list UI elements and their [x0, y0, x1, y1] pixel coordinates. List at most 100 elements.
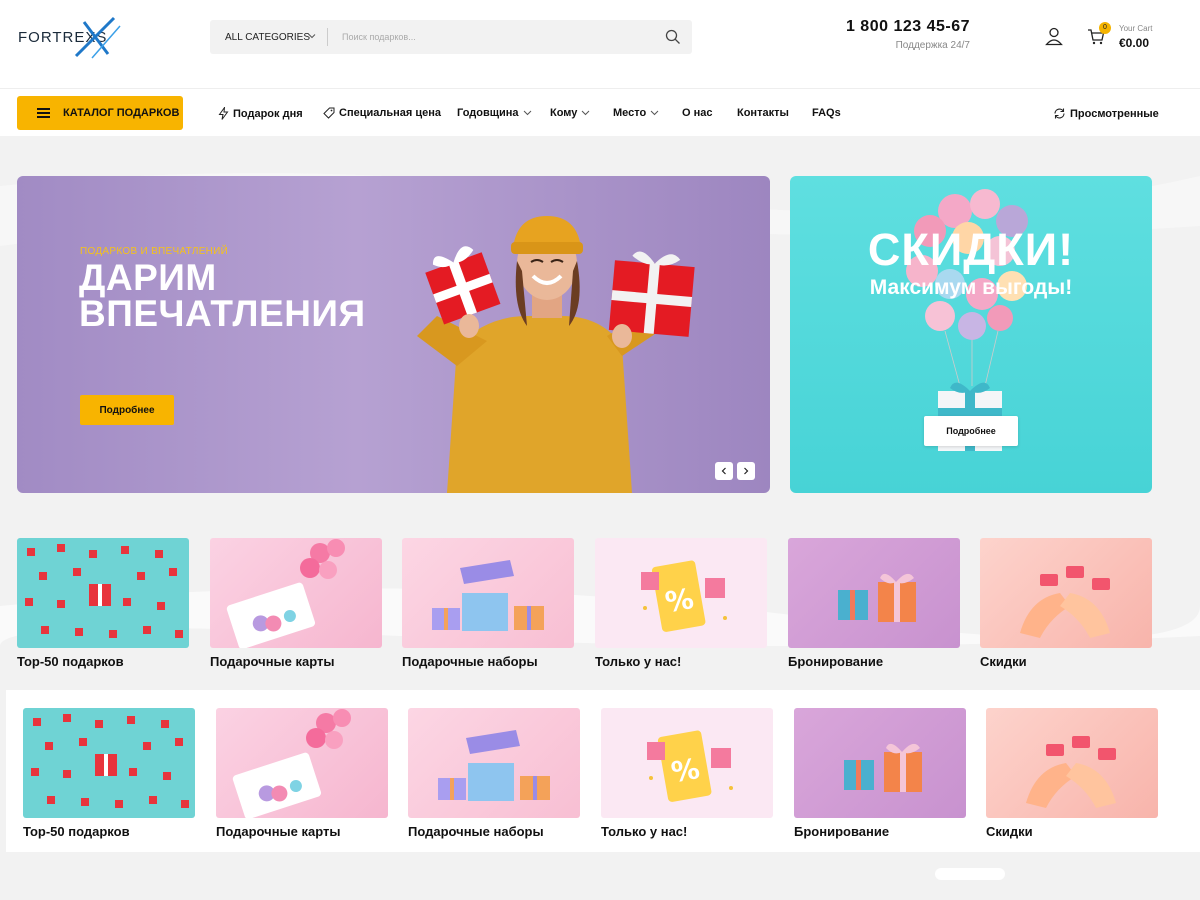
nav-item-recipient[interactable]: Кому — [550, 107, 594, 119]
category-label: Бронирование — [794, 824, 890, 839]
percent-coupon-image: % — [647, 730, 733, 802]
category-card-exclusive[interactable]: % Только у нас! — [601, 708, 773, 839]
support-hours: Поддержка 24/7 — [895, 40, 970, 51]
slider-next-button[interactable] — [737, 462, 755, 480]
category-card-discounts[interactable]: Скидки — [986, 708, 1158, 839]
nav-item-label: Подарок дня — [233, 107, 303, 120]
search-bar: ALL CATEGORIES — [210, 20, 692, 54]
category-card-gift-cards[interactable]: Подарочные карты — [210, 538, 382, 669]
search-input[interactable] — [336, 24, 646, 50]
gift-card-balloons-image — [232, 709, 351, 818]
nav-item-anniversary[interactable]: Годовщина — [457, 107, 536, 119]
hero-more-button[interactable]: Подробнее — [80, 395, 174, 425]
bottom-brush-highlight — [935, 868, 1005, 880]
category-image-gift-cards — [210, 538, 382, 648]
category-select[interactable]: ALL CATEGORIES — [210, 20, 326, 54]
promo-subtitle: Максимум выгоды! — [869, 276, 1073, 299]
chevron-left-icon — [721, 467, 726, 475]
hero-title: ДАРИМ ВПЕЧАТЛЕНИЯ — [79, 257, 366, 334]
category-card-gift-cards[interactable]: Подарочные карты — [216, 708, 388, 839]
category-label: Скидки — [980, 654, 1027, 669]
chevron-down-icon — [523, 110, 531, 116]
category-card-gift-sets[interactable]: Подарочные наборы — [408, 708, 580, 839]
nav-item-special-price[interactable]: Специальная цена — [323, 107, 441, 119]
site-header: FORTREXS ALL CATEGORIES 1 800 123 45-67 … — [0, 0, 1200, 88]
nav-item-label: Годовщина — [457, 107, 519, 119]
category-label: Подарочные карты — [210, 654, 335, 669]
main-navigation: КАТАЛОГ ПОДАРКОВ Подарок дня Специальная… — [0, 88, 1200, 136]
open-gift-boxes-image — [432, 560, 544, 631]
cart-summary[interactable]: Your Cart €0.00 — [1119, 24, 1153, 50]
category-select-label: ALL CATEGORIES — [225, 31, 311, 43]
nav-item-about[interactable]: О нас — [682, 107, 713, 119]
category-label: Top-50 подарков — [17, 654, 124, 669]
category-image-booking — [788, 538, 960, 648]
chevron-down-icon — [582, 110, 590, 116]
svg-text:%: % — [663, 582, 696, 619]
tag-icon — [323, 107, 335, 119]
category-image-gift-sets — [402, 538, 574, 648]
search-divider — [327, 28, 328, 46]
nav-item-label: FAQs — [812, 107, 841, 119]
lightning-icon — [218, 107, 229, 120]
catalog-button[interactable]: КАТАЛОГ ПОДАРКОВ — [17, 96, 183, 130]
hero-title-line: ВПЕЧАТЛЕНИЯ — [79, 293, 366, 334]
nav-item-contacts[interactable]: Контакты — [737, 107, 789, 119]
category-card-booking[interactable]: Бронирование — [794, 708, 966, 839]
category-image-discounts — [980, 538, 1152, 648]
nav-item-label: Контакты — [737, 107, 789, 119]
category-label: Только у нас! — [601, 824, 688, 839]
category-card-top50[interactable]: Top-50 подарков — [23, 708, 195, 839]
category-card-discounts[interactable]: Скидки — [980, 538, 1152, 669]
hero-subtitle: ПОДАРКОВ И ВПЕЧАТЛЕНИЙ — [80, 246, 229, 257]
user-account-icon[interactable] — [1044, 26, 1064, 46]
category-image-discounts — [986, 708, 1158, 818]
category-image-top50 — [23, 708, 195, 818]
support-phone: 1 800 123 45-67 Поддержка 24/7 — [830, 18, 970, 51]
cart-amount: €0.00 — [1119, 36, 1150, 50]
two-gift-boxes-image — [838, 573, 916, 622]
hands-discount-tags-image — [1020, 566, 1110, 638]
category-card-booking[interactable]: Бронирование — [788, 538, 960, 669]
promo-more-button[interactable]: Подробнее — [924, 416, 1018, 446]
category-card-gift-sets[interactable]: Подарочные наборы — [402, 538, 574, 669]
category-label: Скидки — [986, 824, 1033, 839]
category-image-top50 — [17, 538, 189, 648]
cart-label: Your Cart — [1119, 24, 1153, 33]
nav-item-gift-of-day[interactable]: Подарок дня — [218, 107, 303, 120]
chevron-right-icon — [744, 467, 749, 475]
phone-number[interactable]: 1 800 123 45-67 — [830, 18, 970, 36]
category-card-exclusive[interactable]: % Только у нас! — [595, 538, 767, 669]
category-label: Бронирование — [788, 654, 884, 669]
red-gifts-pattern-image — [31, 714, 189, 808]
chevron-down-icon — [308, 34, 316, 39]
category-label: Подарочные наборы — [402, 654, 538, 669]
category-label: Подарочные карты — [216, 824, 341, 839]
hero-title-line: ДАРИМ — [79, 257, 217, 298]
two-gift-boxes-image — [844, 743, 922, 792]
hero-banner: ПОДАРКОВ И ВПЕЧАТЛЕНИЙ ДАРИМ ВПЕЧАТЛЕНИЯ… — [17, 176, 770, 493]
category-label: Подарочные наборы — [408, 824, 544, 839]
site-logo[interactable]: FORTREXS — [18, 14, 128, 62]
percent-coupon-image: % — [641, 560, 727, 632]
nav-item-faqs[interactable]: FAQs — [812, 107, 841, 119]
open-gift-boxes-image — [438, 730, 550, 801]
promo-title: СКИДКИ! — [867, 224, 1075, 275]
discount-promo-banner: СКИДКИ! Максимум выгоды! Подробнее — [790, 176, 1152, 493]
catalog-button-label: КАТАЛОГ ПОДАРКОВ — [63, 107, 180, 119]
category-card-top50[interactable]: Top-50 подарков — [17, 538, 189, 669]
refresh-icon — [1054, 108, 1065, 119]
nav-item-viewed[interactable]: Просмотренные — [1053, 107, 1159, 120]
nav-item-label: О нас — [682, 107, 713, 119]
chevron-down-icon — [650, 110, 659, 116]
nav-item-label: Кому — [550, 107, 578, 119]
search-icon[interactable] — [664, 28, 682, 46]
category-image-gift-cards — [216, 708, 388, 818]
hands-discount-tags-image — [1026, 736, 1116, 808]
hero-woman-with-gifts-image — [417, 216, 695, 493]
gift-card-balloons-image — [226, 539, 345, 648]
menu-icon — [37, 106, 50, 121]
category-image-booking — [794, 708, 966, 818]
nav-item-place[interactable]: Место — [613, 107, 663, 119]
slider-prev-button[interactable] — [715, 462, 733, 480]
